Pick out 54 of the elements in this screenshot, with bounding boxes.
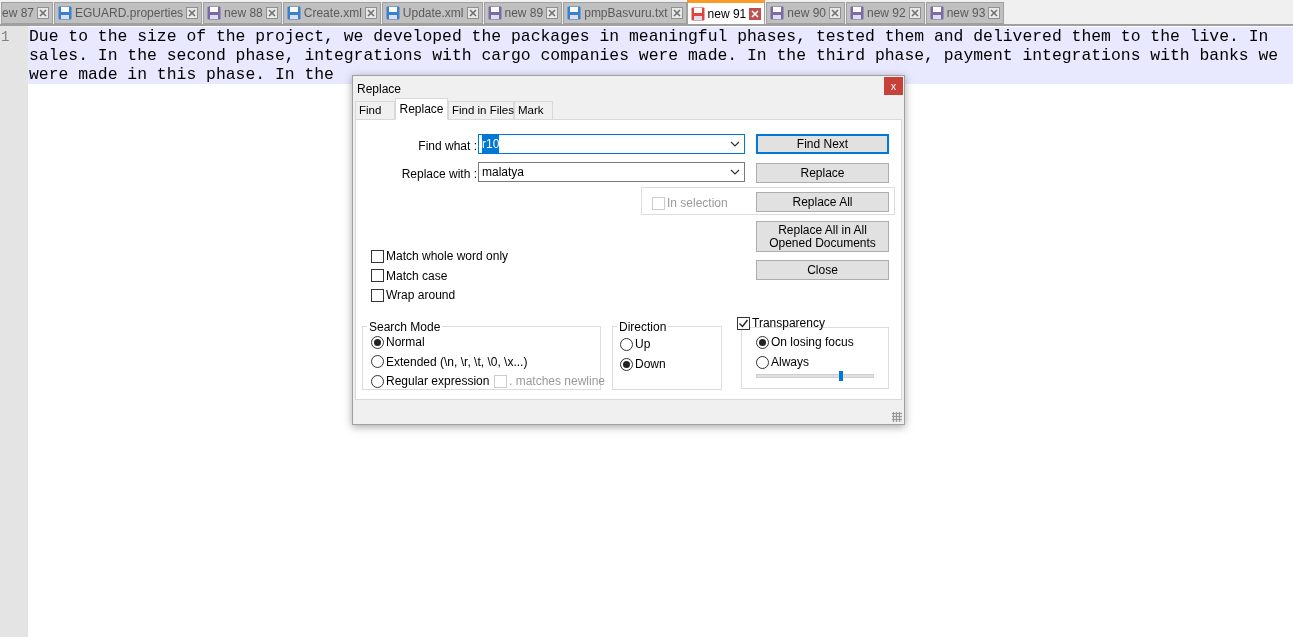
dialog-tab[interactable]: Mark	[514, 101, 553, 120]
transparency-checkbox[interactable]: Transparency	[737, 314, 825, 332]
file-tab[interactable]: new 88	[203, 2, 282, 24]
close-icon[interactable]	[37, 7, 50, 19]
dialog-button[interactable]: Replace	[756, 163, 889, 183]
dialog-button[interactable]: Replace All	[756, 192, 889, 212]
dialog-title: Replace	[357, 81, 402, 98]
find-what-field[interactable]: r10	[478, 134, 745, 154]
close-icon[interactable]	[186, 7, 199, 19]
file-tab[interactable]: new 92	[846, 2, 925, 24]
file-tab[interactable]: new 89	[483, 2, 563, 24]
field-label: Find what :	[417, 138, 477, 155]
dialog-tab[interactable]: Replace	[395, 98, 448, 120]
chevron-down-icon[interactable]	[730, 169, 740, 175]
dialog-button[interactable]: Close	[756, 260, 889, 280]
line-number: 1	[1, 28, 11, 47]
close-icon[interactable]	[829, 7, 841, 19]
file-tab[interactable]: new 90	[766, 2, 845, 24]
radio-option[interactable]: On losing focus	[756, 333, 854, 351]
file-tab[interactable]: ew 87	[1, 2, 54, 24]
file-tab[interactable]: new 93	[925, 2, 1005, 24]
radio-option[interactable]: Up	[620, 335, 651, 353]
close-icon[interactable]	[908, 7, 921, 19]
file-tab[interactable]: Create.xml	[282, 2, 381, 24]
dialog-tab[interactable]: Find	[355, 101, 395, 120]
radio-option[interactable]: Always	[756, 353, 809, 371]
dialog-button[interactable]: Replace All in All Opened Documents	[756, 221, 889, 252]
dialog-tab[interactable]: Find in Files	[448, 101, 514, 120]
window-close-button[interactable]: x	[884, 77, 903, 95]
close-icon[interactable]	[546, 7, 559, 19]
option-checkbox[interactable]: Wrap around	[371, 286, 456, 304]
resize-grip-icon[interactable]	[892, 412, 902, 422]
close-icon[interactable]	[364, 7, 377, 19]
close-icon[interactable]	[466, 7, 479, 19]
check-icon	[738, 317, 749, 329]
dialog-button[interactable]: Find Next	[756, 134, 889, 154]
radio-option[interactable]: Extended (\n, \r, \t, \0, \x...)	[371, 352, 528, 371]
radio-option[interactable]: Down	[620, 355, 666, 373]
chevron-down-icon[interactable]	[730, 141, 740, 147]
radio-option[interactable]: Normal	[371, 333, 425, 351]
close-icon[interactable]	[749, 7, 762, 20]
close-icon[interactable]	[265, 7, 278, 19]
file-tab[interactable]: new 91	[686, 0, 766, 24]
radio-option[interactable]: Regular expression	[371, 372, 490, 390]
option-checkbox[interactable]: Match case	[371, 266, 448, 285]
field-label: Replace with :	[400, 166, 477, 183]
close-icon[interactable]	[670, 7, 683, 19]
file-tab[interactable]: EGUARD.properties	[54, 2, 203, 24]
option-checkbox[interactable]: Match whole word only	[371, 247, 509, 265]
file-tab[interactable]: pmpBasvuru.txt	[563, 2, 687, 24]
replace-with-field[interactable]: malatya	[478, 162, 745, 182]
file-tab[interactable]: Update.xml	[381, 2, 483, 24]
transparency-slider[interactable]	[756, 374, 874, 378]
close-icon[interactable]	[988, 7, 1001, 19]
